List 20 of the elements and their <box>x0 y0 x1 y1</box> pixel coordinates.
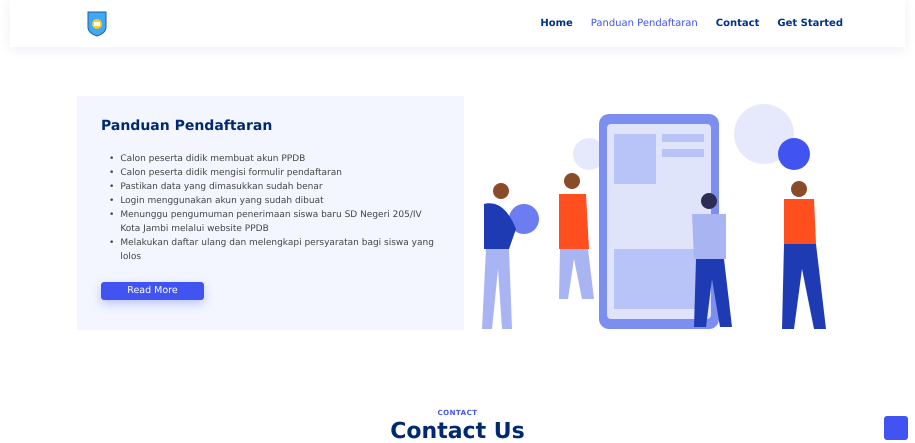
bullet: • <box>109 167 114 180</box>
guide-step: Calon peserta didik membuat akun PPDB <box>120 152 306 166</box>
guide-step: Menunggu pengumuman penerimaan siswa baru SD Negeri 205/IV Kota Jambi melalui website PPDB <box>120 208 442 236</box>
nav-link[interactable]: Panduan Pendaftaran <box>590 18 698 29</box>
guide-step: Login menggunakan akun yang sudah dibuat <box>120 194 324 208</box>
bullet: • <box>109 209 114 222</box>
guide-step: Melakukan daftar ulang dan melengkapi persyaratan bagi siswa yang lolos <box>120 236 442 264</box>
guide-step: Pastikan data yang dimasukkan sudah benar <box>120 180 323 194</box>
bullet: • <box>109 237 114 250</box>
bullet: • <box>109 153 114 166</box>
guide-title: Panduan Pendaftaran <box>101 118 274 134</box>
read-more-button[interactable]: Read More <box>101 282 204 300</box>
bullet: • <box>109 195 114 208</box>
crest-logo[interactable] <box>87 10 107 36</box>
bullet: • <box>109 181 114 194</box>
section-title: Contact Us <box>390 419 525 443</box>
nav-link[interactable]: Home <box>540 18 573 29</box>
guide-step: Calon peserta didik mengisi formulir pendaftaran <box>120 166 342 180</box>
nav-link[interactable]: Get Started <box>777 18 843 29</box>
nav-link[interactable]: Contact <box>716 18 760 29</box>
